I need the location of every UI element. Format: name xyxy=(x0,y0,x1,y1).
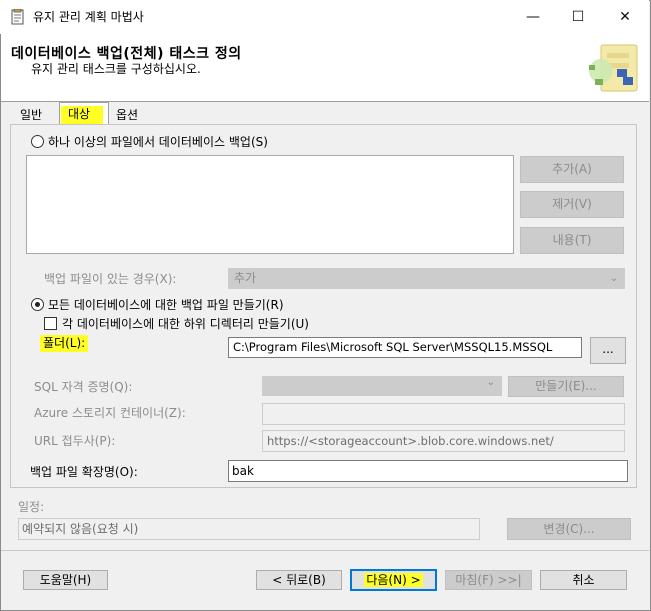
contents-button[interactable]: 내용(T) xyxy=(520,227,624,254)
per-database-radio-label: 모든 데이터베이스에 대한 백업 파일 만들기(R) xyxy=(48,298,284,312)
if-backup-exists-label: 백업 파일이 있는 경우(X): xyxy=(44,272,177,286)
azure-container-label: Azure 스토리지 컨테이너(Z): xyxy=(34,406,186,420)
chevron-down-icon: ⌄ xyxy=(486,377,495,388)
sql-credential-select[interactable]: ⌄ xyxy=(262,376,502,396)
url-prefix-label: URL 접두사(P): xyxy=(34,434,116,448)
add-button[interactable]: 추가(A) xyxy=(520,156,624,183)
title-bar: 유지 관리 계획 마법사 — ☐ ✕ xyxy=(0,0,649,34)
cancel-button[interactable]: 취소 xyxy=(540,570,627,590)
page-subtitle: 유지 관리 태스크를 구성하십시오. xyxy=(31,62,201,76)
browse-folder-button[interactable]: ... xyxy=(590,337,626,364)
create-credential-button[interactable]: 만들기(E)... xyxy=(508,376,624,397)
backup-files-radio-label: 하나 이상의 파일에서 데이터베이스 백업(S) xyxy=(48,135,268,149)
tab-general[interactable]: 일반 xyxy=(14,107,48,125)
app-icon xyxy=(9,8,26,25)
azure-container-input[interactable] xyxy=(262,403,625,425)
backup-file-list[interactable] xyxy=(26,155,514,254)
finish-button[interactable]: 마침(F) >>| xyxy=(445,570,532,590)
next-button-label: 다음(N) > xyxy=(364,573,423,587)
if-backup-exists-select[interactable]: 추가 ⌄ xyxy=(228,268,625,289)
change-schedule-button[interactable]: 변경(C)... xyxy=(507,518,631,540)
backup-extension-input[interactable]: bak xyxy=(228,460,628,482)
schedule-label: 일정: xyxy=(18,500,45,514)
url-prefix-input[interactable]: https://<storageaccount>.blob.core.windo… xyxy=(262,430,625,452)
next-button[interactable]: 다음(N) > xyxy=(350,569,437,591)
subdirectory-checkbox[interactable] xyxy=(44,317,57,330)
folder-label: 폴더(L): xyxy=(40,335,89,352)
wizard-header: 데이터베이스 백업(전체) 태스크 정의 유지 관리 태스크를 구성하십시오. xyxy=(1,34,649,102)
remove-button[interactable]: 제거(V) xyxy=(520,191,624,218)
per-database-radio[interactable] xyxy=(31,298,44,311)
if-backup-exists-value: 추가 xyxy=(234,271,257,285)
back-button[interactable]: < 뒤로(B) xyxy=(256,570,342,590)
chevron-down-icon: ⌄ xyxy=(609,273,618,284)
help-button[interactable]: 도움말(H) xyxy=(23,570,108,590)
folder-input[interactable]: C:\Program Files\Microsoft SQL Server\MS… xyxy=(228,337,582,358)
backup-files-radio[interactable] xyxy=(31,135,44,148)
maximize-button[interactable]: ☐ xyxy=(555,0,601,34)
footer-divider xyxy=(1,550,649,551)
subdirectory-checkbox-label: 각 데이터베이스에 대한 하위 디렉터리 만들기(U) xyxy=(62,317,309,331)
wizard-graphic-icon xyxy=(581,41,643,99)
window-title: 유지 관리 계획 마법사 xyxy=(33,10,144,24)
tab-target[interactable]: 대상 xyxy=(61,106,103,124)
schedule-value: 예약되지 않음(요청 시) xyxy=(18,518,480,540)
close-button[interactable]: ✕ xyxy=(602,0,648,34)
backup-extension-label: 백업 파일 확장명(O): xyxy=(30,465,138,479)
sql-credential-label: SQL 자격 증명(Q): xyxy=(34,380,133,394)
minimize-button[interactable]: — xyxy=(510,0,556,34)
tab-options[interactable]: 옵션 xyxy=(110,107,144,125)
